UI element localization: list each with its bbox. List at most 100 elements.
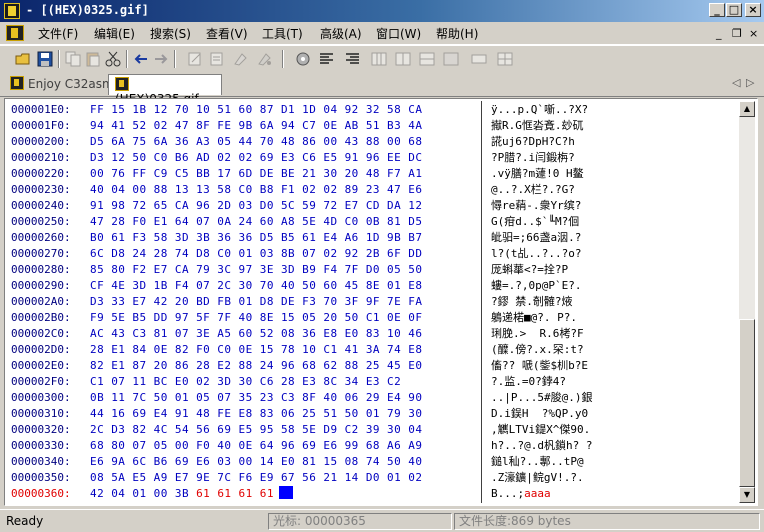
row-hex-bytes[interactable]: 85 80 F2 E7 CA 79 3C 97 3E 3D B9 F4 7F D… — [90, 262, 422, 278]
hex-bytes[interactable]: D3 33 E7 42 20 BD FB 01 D8 DE F3 70 3F 9… — [90, 295, 422, 308]
hex-bytes[interactable]: 6C D8 24 28 74 D8 C0 01 03 8B 07 02 92 2… — [90, 247, 422, 260]
ascii-text[interactable]: l?(t乩..?..?o? — [491, 247, 581, 260]
ascii-text[interactable]: ?P腊?.i闫鍛栴? — [491, 151, 575, 164]
hex-editor[interactable]: 000001E0: FF 15 1B 12 70 10 51 60 87 D1 1… — [4, 98, 758, 506]
hex-bytes[interactable]: AC 43 C3 81 07 3E A5 60 52 08 36 E8 E0 8… — [90, 327, 422, 340]
scroll-down-button[interactable]: ▼ — [739, 487, 755, 503]
row-ascii[interactable]: .Z濠鑛|鲩gV!.?. — [491, 470, 635, 486]
typed-ascii-text[interactable]: aaaa — [524, 487, 551, 500]
row-hex-bytes[interactable]: B0 61 F3 58 3D 3B 36 36 D5 B5 61 E4 A6 1… — [90, 230, 422, 246]
row-ascii[interactable]: ?P腊?.i闫鍛栴? — [491, 150, 635, 166]
hex-bytes[interactable]: CF 4E 3D 1B F4 07 2C 30 70 40 50 60 45 8… — [90, 279, 422, 292]
hex-bytes[interactable]: 91 98 72 65 CA 96 2D 03 D0 5C 59 72 E7 C… — [90, 199, 422, 212]
row-hex-bytes[interactable]: 44 16 69 E4 91 48 FE E8 83 06 25 51 50 0… — [90, 406, 422, 422]
menu-search[interactable]: 搜索(S) — [150, 25, 191, 42]
row-ascii[interactable]: 皉驲=;66盏a洇.? — [491, 230, 635, 246]
ascii-text[interactable]: D.i鋘H ?%QP.y0 — [491, 407, 588, 420]
row-hex-bytes[interactable]: E6 9A 6C B6 69 E6 03 00 14 E0 81 15 08 7… — [90, 454, 422, 470]
row-ascii[interactable]: D.i鋘H ?%QP.y0 — [491, 406, 635, 422]
row-hex-bytes[interactable]: 94 41 52 02 47 8F FE 9B 6A 94 C7 0E AB 5… — [90, 118, 422, 134]
row-ascii[interactable]: .vÿ膳?m蘧!0 H鳌 — [491, 166, 635, 182]
ascii-text[interactable]: ?.监.=0?鋍4? — [491, 375, 566, 388]
hex-bytes[interactable]: 85 80 F2 E7 CA 79 3C 97 3E 3D B9 F4 7F D… — [90, 263, 422, 276]
hex-bytes[interactable]: D3 12 50 C0 B6 AD 02 02 69 E3 C6 E5 91 9… — [90, 151, 422, 164]
ascii-text[interactable]: 憳re蕱-.衆Yr缤? — [491, 199, 581, 212]
cut-icon[interactable] — [104, 50, 122, 68]
column-icon[interactable] — [394, 50, 412, 68]
menu-edit[interactable]: 编辑(E) — [94, 25, 135, 42]
ascii-text[interactable]: 鵢递楉■@?. P?. — [491, 311, 577, 324]
ascii-text[interactable]: 琍脕.> R.6栲?F — [491, 327, 584, 340]
row-ascii[interactable]: G(疳d..$`╙M?佪 — [491, 214, 635, 230]
ascii-text[interactable]: 皉驲=;66盏a洇.? — [491, 231, 581, 244]
row-ascii[interactable]: ..|P...5#脧@.)銀 — [491, 390, 635, 406]
ascii-text[interactable]: @..?.X栏?.?G? — [491, 183, 575, 196]
fill-icon[interactable] — [442, 50, 460, 68]
row-ascii[interactable]: 螻=.?,0p@P`E?. — [491, 278, 635, 294]
row-hex-bytes[interactable]: 40 04 00 88 13 13 58 C0 B8 F1 02 02 89 2… — [90, 182, 422, 198]
hex-bytes[interactable]: 68 80 07 05 00 F0 40 0E 64 96 69 E6 99 6… — [90, 439, 422, 452]
row-ascii[interactable]: ,觽LTVi鍉X^傑90. — [491, 422, 635, 438]
ascii-text[interactable]: 鎚l秈?..鄟..tP@ — [491, 455, 584, 468]
ascii-text[interactable]: ..|P...5#脧@.)銀 — [491, 391, 592, 404]
hex-bytes[interactable]: FF 15 1B 12 70 10 51 60 87 D1 1D 04 92 3… — [90, 103, 422, 116]
edit2-icon[interactable] — [208, 50, 226, 68]
hex-bytes[interactable]: B0 61 F3 58 3D 3B 36 36 D5 B5 61 E4 A6 1… — [90, 231, 422, 244]
vertical-scrollbar[interactable]: ▲ ▼ — [739, 101, 755, 503]
ascii-text[interactable]: 誮uj6?DpH?C?h — [491, 135, 575, 148]
layout-icon[interactable] — [470, 50, 488, 68]
columns-icon[interactable] — [370, 50, 388, 68]
hex-bytes[interactable]: 28 E1 84 0E 82 F0 C0 0E 15 78 10 C1 41 3… — [90, 343, 422, 356]
redo-icon[interactable] — [152, 50, 170, 68]
ascii-text[interactable]: ?鏐 禁.剞髉?焲 — [491, 295, 573, 308]
row-hex-bytes[interactable]: 08 5A E5 A9 E7 9E 7C F6 E9 67 56 21 14 D… — [90, 470, 422, 486]
hex-bytes[interactable]: 2C D3 82 4C 54 56 69 E5 95 58 5E D9 C2 3… — [90, 423, 422, 436]
row-ascii[interactable]: 厐蝌蕐<?=拴?P — [491, 262, 635, 278]
row-ascii[interactable]: 擜R.G恇沯斍.玅矹 — [491, 118, 635, 134]
hex-bytes[interactable]: 00 76 FF C9 C5 BB 17 6D DE BE 21 30 20 4… — [90, 167, 422, 180]
document-icon[interactable] — [6, 25, 24, 41]
row-ascii[interactable]: (醾.傍?.x.罙:t? — [491, 342, 635, 358]
row-ascii[interactable]: ?鏐 禁.剞髉?焲 — [491, 294, 635, 310]
menu-window[interactable]: 窗口(W) — [376, 25, 421, 42]
align-left-icon[interactable] — [318, 50, 336, 68]
minimize-button[interactable]: _ — [709, 3, 725, 17]
ascii-text[interactable]: (醾.傍?.x.罙:t? — [491, 343, 584, 356]
ascii-text[interactable]: ÿ...p.Q`噺..?X? — [491, 103, 588, 116]
tab-scroll-right-icon[interactable]: ▷ — [746, 76, 754, 89]
ascii-text[interactable]: 螻=.?,0p@P`E?. — [491, 279, 581, 292]
row-ascii[interactable]: 傗?? 嗁(鈭$杊b?E — [491, 358, 635, 374]
row-ascii[interactable]: l?(t乩..?..?o? — [491, 246, 635, 262]
row-hex-bytes[interactable]: D3 12 50 C0 B6 AD 02 02 69 E3 C6 E5 91 9… — [90, 150, 422, 166]
row-ascii[interactable]: @..?.X栏?.?G? — [491, 182, 635, 198]
app-icon[interactable] — [4, 3, 20, 19]
row-hex-bytes[interactable]: D3 33 E7 42 20 BD FB 01 D8 DE F3 70 3F 9… — [90, 294, 422, 310]
align-right-icon[interactable] — [344, 50, 362, 68]
hex-bytes[interactable]: E6 9A 6C B6 69 E6 03 00 14 E0 81 15 08 7… — [90, 455, 422, 468]
row-ascii[interactable]: 誮uj6?DpH?C?h — [491, 134, 635, 150]
row-hex-bytes[interactable]: AC 43 C3 81 07 3E A5 60 52 08 36 E8 E0 8… — [90, 326, 422, 342]
row-icon[interactable] — [418, 50, 436, 68]
mdi-close-button[interactable]: × — [749, 27, 758, 40]
row-hex-bytes[interactable]: C1 07 11 BC E0 02 3D 30 C6 28 E3 8C 34 E… — [90, 374, 401, 390]
hex-bytes[interactable]: 94 41 52 02 47 8F FE 9B 6A 94 C7 0E AB 5… — [90, 119, 422, 132]
close-button[interactable]: × — [745, 3, 761, 17]
scroll-up-button[interactable]: ▲ — [739, 101, 755, 117]
grid-icon[interactable] — [496, 50, 514, 68]
save-icon[interactable] — [36, 50, 54, 68]
ascii-text[interactable]: h?..?@.d杋鎖h? ? — [491, 439, 592, 452]
row-ascii[interactable]: h?..?@.d杋鎖h? ? — [491, 438, 635, 454]
menu-file[interactable]: 文件(F) — [38, 25, 78, 42]
ascii-text[interactable]: .vÿ膳?m蘧!0 H鳌 — [491, 167, 584, 180]
row-ascii[interactable]: 鵢递楉■@?. P?. — [491, 310, 635, 326]
tab-hex-0325-gif[interactable]: (HEX)0325.gif — [108, 74, 222, 106]
row-ascii[interactable]: 鎚l秈?..鄟..tP@ — [491, 454, 635, 470]
ascii-text[interactable]: 傗?? 嗁(鈭$杊b?E — [491, 359, 588, 372]
row-hex-bytes[interactable]: FF 15 1B 12 70 10 51 60 87 D1 1D 04 92 3… — [90, 102, 422, 118]
open-icon[interactable] — [14, 50, 32, 68]
row-hex-bytes[interactable]: 91 98 72 65 CA 96 2D 03 D0 5C 59 72 E7 C… — [90, 198, 422, 214]
edit3-icon[interactable] — [232, 50, 250, 68]
hex-bytes[interactable]: 08 5A E5 A9 E7 9E 7C F6 E9 67 56 21 14 D… — [90, 471, 422, 484]
hex-bytes[interactable]: 44 16 69 E4 91 48 FE E8 83 06 25 51 50 0… — [90, 407, 422, 420]
row-ascii[interactable]: ?.监.=0?鋍4? — [491, 374, 635, 390]
